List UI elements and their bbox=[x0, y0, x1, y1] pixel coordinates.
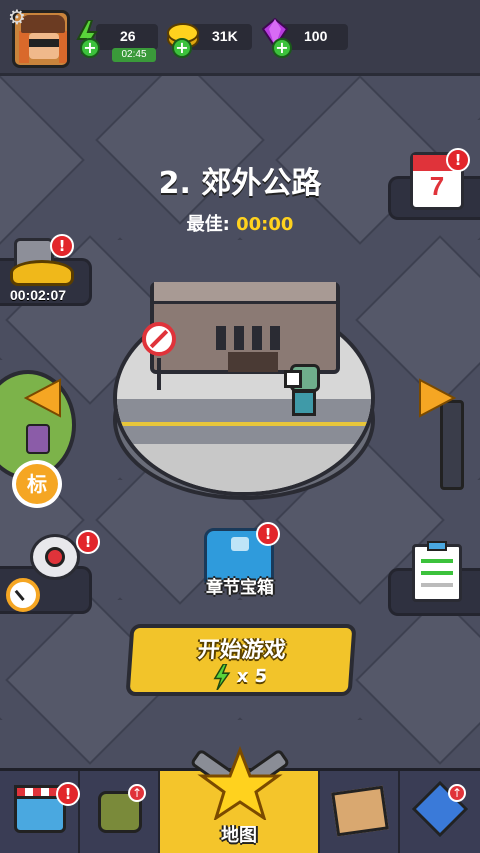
nav-skills-tab[interactable] bbox=[400, 771, 480, 853]
start-game-button[interactable]: 开始游戏 x 5 bbox=[125, 624, 357, 696]
energy-counter: 26 bbox=[96, 24, 158, 50]
chapter-chest-label: 章节宝箱 bbox=[206, 578, 274, 598]
zombie-figure bbox=[26, 424, 50, 454]
energy-value: 26 bbox=[120, 28, 136, 44]
add-gems-button[interactable]: + bbox=[272, 38, 292, 58]
map-scroll-icon bbox=[331, 785, 389, 837]
best-label: 最佳: bbox=[186, 214, 230, 235]
start-game-label: 开始游戏 bbox=[196, 638, 287, 663]
next-level-arrow-icon[interactable] bbox=[418, 378, 456, 418]
previous-level-arrow-icon[interactable] bbox=[24, 378, 62, 418]
tag-marker-button[interactable]: 标 bbox=[12, 460, 62, 508]
gear-upgrade-arrow-icon: ↑ bbox=[128, 784, 146, 802]
add-coins-button[interactable]: + bbox=[172, 38, 192, 58]
energy-bolt-icon bbox=[213, 663, 231, 691]
ruined-building bbox=[150, 282, 340, 374]
start-cost-value: x 5 bbox=[236, 666, 268, 687]
skills-upgrade-arrow-icon: ↑ bbox=[448, 784, 466, 802]
start-game-cost: x 5 bbox=[130, 663, 350, 691]
radar-alert-badge: ! bbox=[76, 530, 100, 554]
nav-map-label: 地图 bbox=[221, 825, 257, 846]
calendar-alert-badge: ! bbox=[446, 148, 470, 172]
radar-device-button[interactable] bbox=[30, 534, 80, 580]
no-entry-sign-icon bbox=[142, 322, 176, 356]
crossed-guns-star-icon bbox=[191, 745, 289, 820]
clock-icon bbox=[6, 578, 40, 612]
top-bar: ⚙ 26 + 02:45 31K + 100 + bbox=[0, 0, 480, 76]
shop-alert-badge: ! bbox=[56, 782, 80, 806]
zombie-character bbox=[284, 364, 324, 424]
treasure-alert-badge: ! bbox=[50, 234, 74, 258]
chest-alert-badge: ! bbox=[256, 522, 280, 546]
nav-gear-tab[interactable] bbox=[80, 771, 160, 853]
calendar-day: 7 bbox=[429, 171, 445, 201]
nav-missions-tab[interactable] bbox=[320, 771, 400, 853]
tasks-clipboard-button[interactable] bbox=[412, 541, 462, 602]
gems-value: 100 bbox=[304, 28, 328, 44]
best-time-value: 00:00 bbox=[236, 214, 294, 235]
energy-timer: 02:45 bbox=[112, 48, 156, 62]
treasure-timer: 00:02:07 bbox=[10, 287, 67, 303]
add-energy-button[interactable]: + bbox=[80, 38, 100, 58]
coins-value: 31K bbox=[212, 28, 238, 44]
sign-pole bbox=[157, 358, 161, 390]
settings-gear-icon[interactable]: ⚙ bbox=[6, 6, 28, 28]
